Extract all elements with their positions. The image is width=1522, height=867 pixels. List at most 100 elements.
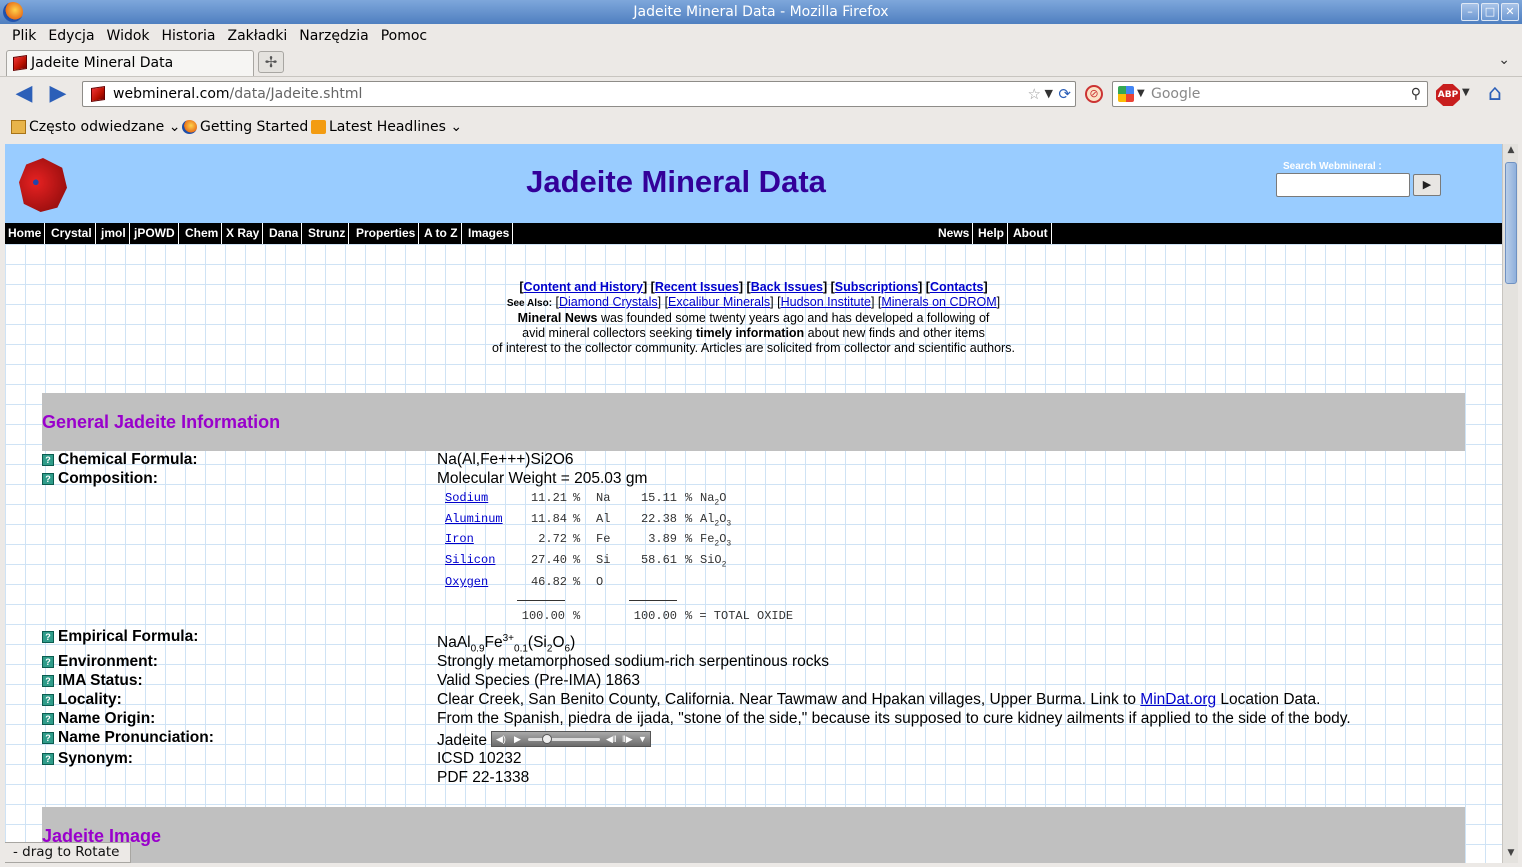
nav-images[interactable]: Images: [465, 223, 514, 244]
forward-arrow-icon[interactable]: ▶: [46, 83, 70, 105]
scroll-thumb[interactable]: [1505, 162, 1517, 284]
menu-view[interactable]: Widok: [101, 24, 156, 48]
nav-about[interactable]: About: [1010, 223, 1052, 244]
element-symbol: Si: [596, 552, 611, 567]
nav-chem[interactable]: Chem: [182, 223, 223, 244]
rewind-icon[interactable]: ◀‖: [606, 732, 617, 746]
composition-label[interactable]: ? Composition:: [42, 470, 158, 488]
audio-player[interactable]: ◀) ▶ ◀‖ ‖▶ ▼: [490, 731, 651, 747]
help-icon[interactable]: ?: [42, 454, 54, 466]
element-link[interactable]: Sodium: [445, 488, 488, 509]
help-icon[interactable]: ?: [42, 473, 54, 485]
nav-jmol[interactable]: jmol: [98, 223, 130, 244]
pronunciation-label[interactable]: ? Name Pronunciation:: [42, 729, 214, 747]
nav-help[interactable]: Help: [975, 223, 1009, 244]
mindat-link[interactable]: MinDat.org: [1140, 691, 1216, 708]
url-bar[interactable]: webmineral.com/data/Jadeite.shtml ☆ ▼ ⟳: [82, 81, 1076, 107]
audio-seek-track[interactable]: [527, 738, 600, 741]
tab-list-chevron-down-icon[interactable]: ⌄: [1498, 52, 1510, 68]
link-subscriptions[interactable]: Subscriptions: [835, 280, 918, 294]
site-search-submit-button[interactable]: ▶: [1413, 174, 1441, 196]
stop-icon[interactable]: ⊘: [1085, 85, 1103, 103]
vertical-scrollbar[interactable]: ▲ ▼: [1502, 144, 1518, 863]
help-icon[interactable]: ?: [42, 753, 54, 765]
search-go-icon[interactable]: ⚲: [1411, 82, 1421, 106]
nav-home[interactable]: Home: [5, 223, 46, 244]
volume-icon[interactable]: ◀): [496, 732, 506, 746]
adblock-chevron-down-icon[interactable]: ▼: [1462, 87, 1470, 98]
new-tab-button[interactable]: ✢: [258, 51, 284, 73]
bookmark-star-icon[interactable]: ☆: [1028, 82, 1041, 106]
help-icon[interactable]: ?: [42, 675, 54, 687]
nav-a-to-z[interactable]: A to Z: [421, 223, 462, 244]
element-link[interactable]: Oxygen: [445, 572, 488, 593]
menu-file[interactable]: Plik: [0, 24, 42, 48]
element-link[interactable]: Aluminum: [445, 509, 503, 530]
menu-bookmarks[interactable]: Zakładki: [222, 24, 294, 48]
menu-edit[interactable]: Edycja: [42, 24, 100, 48]
link-minerals-cdrom[interactable]: Minerals on CDROM: [881, 295, 996, 309]
environment-label[interactable]: ? Environment:: [42, 653, 158, 671]
google-engine-icon[interactable]: [1118, 86, 1134, 102]
menu-tools[interactable]: Narzędzia: [293, 24, 374, 48]
url-history-chevron-down-icon[interactable]: ▼: [1045, 82, 1053, 106]
rss-icon: [311, 120, 326, 134]
link-recent-issues[interactable]: Recent Issues: [655, 280, 739, 294]
nav-crystal[interactable]: Crystal: [48, 223, 96, 244]
close-button[interactable]: ✕: [1501, 3, 1519, 21]
bookmark-most-visited[interactable]: Często odwiedzane ⌄: [11, 118, 180, 136]
element-link[interactable]: Silicon: [445, 550, 495, 571]
firefox-icon: [3, 2, 23, 22]
adblock-plus-icon[interactable]: ABP: [1436, 84, 1460, 106]
help-icon[interactable]: ?: [42, 656, 54, 668]
minimize-button[interactable]: –: [1461, 3, 1479, 21]
name-origin-label[interactable]: ? Name Origin:: [42, 710, 155, 728]
forward-icon[interactable]: ‖▶: [622, 732, 633, 746]
link-diamond-crystals[interactable]: Diamond Crystals: [559, 295, 658, 309]
search-input[interactable]: ▼ Google ⚲: [1112, 81, 1428, 107]
back-arrow-icon[interactable]: ◀: [12, 83, 36, 105]
ima-status-label[interactable]: ? IMA Status:: [42, 672, 143, 690]
play-icon[interactable]: ▶: [514, 732, 521, 746]
link-excalibur-minerals[interactable]: Excalibur Minerals: [668, 295, 770, 309]
label-text: Chemical Formula:: [58, 451, 198, 468]
help-icon[interactable]: ?: [42, 713, 54, 725]
nav-properties[interactable]: Properties: [353, 223, 420, 244]
nav-dana[interactable]: Dana: [266, 223, 303, 244]
nav-jpowd[interactable]: jPOWD: [131, 223, 179, 244]
site-search-input[interactable]: [1276, 173, 1410, 197]
engine-chevron-down-icon[interactable]: ▼: [1137, 82, 1145, 106]
link-contacts[interactable]: Contacts: [930, 280, 983, 294]
synonym-label[interactable]: ? Synonym:: [42, 750, 133, 768]
home-icon[interactable]: ⌂: [1488, 83, 1502, 105]
bookmark-getting-started[interactable]: Getting Started: [182, 118, 308, 136]
maximize-button[interactable]: □: [1481, 3, 1499, 21]
locality-value: Clear Creek, San Benito County, Californ…: [437, 691, 1320, 709]
locality-label[interactable]: ? Locality:: [42, 691, 122, 709]
element-link[interactable]: Iron: [445, 529, 474, 550]
oxide-pct: 58.61: [640, 552, 677, 567]
link-back-issues[interactable]: Back Issues: [751, 280, 823, 294]
empirical-formula-label[interactable]: ? Empirical Formula:: [42, 628, 198, 646]
help-icon[interactable]: ?: [42, 631, 54, 643]
pct-sign: %: [685, 491, 693, 505]
scroll-down-icon[interactable]: ▼: [1503, 848, 1519, 862]
help-icon[interactable]: ?: [42, 694, 54, 706]
chemical-formula-label[interactable]: ? Chemical Formula:: [42, 451, 198, 469]
bookmark-latest-headlines[interactable]: Latest Headlines ⌄: [311, 118, 462, 136]
nav-xray[interactable]: X Ray: [223, 223, 264, 244]
reload-icon[interactable]: ⟳: [1058, 82, 1071, 106]
nav-news[interactable]: News: [935, 223, 974, 244]
help-icon[interactable]: ?: [42, 732, 54, 744]
link-hudson-institute[interactable]: Hudson Institute: [781, 295, 871, 309]
scroll-up-icon[interactable]: ▲: [1503, 145, 1519, 159]
link-content-history[interactable]: Content and History: [524, 280, 643, 294]
menu-help[interactable]: Pomoc: [375, 24, 433, 48]
section-image-header: Jadeite Image: [42, 807, 1465, 863]
news-brand: Mineral News: [517, 311, 598, 325]
nav-strunz[interactable]: Strunz: [305, 223, 350, 244]
audio-seek-knob[interactable]: [541, 734, 552, 744]
audio-menu-chevron-down-icon[interactable]: ▼: [638, 732, 647, 746]
menu-history[interactable]: Historia: [156, 24, 222, 48]
tab-jadeite[interactable]: Jadeite Mineral Data: [6, 50, 254, 76]
